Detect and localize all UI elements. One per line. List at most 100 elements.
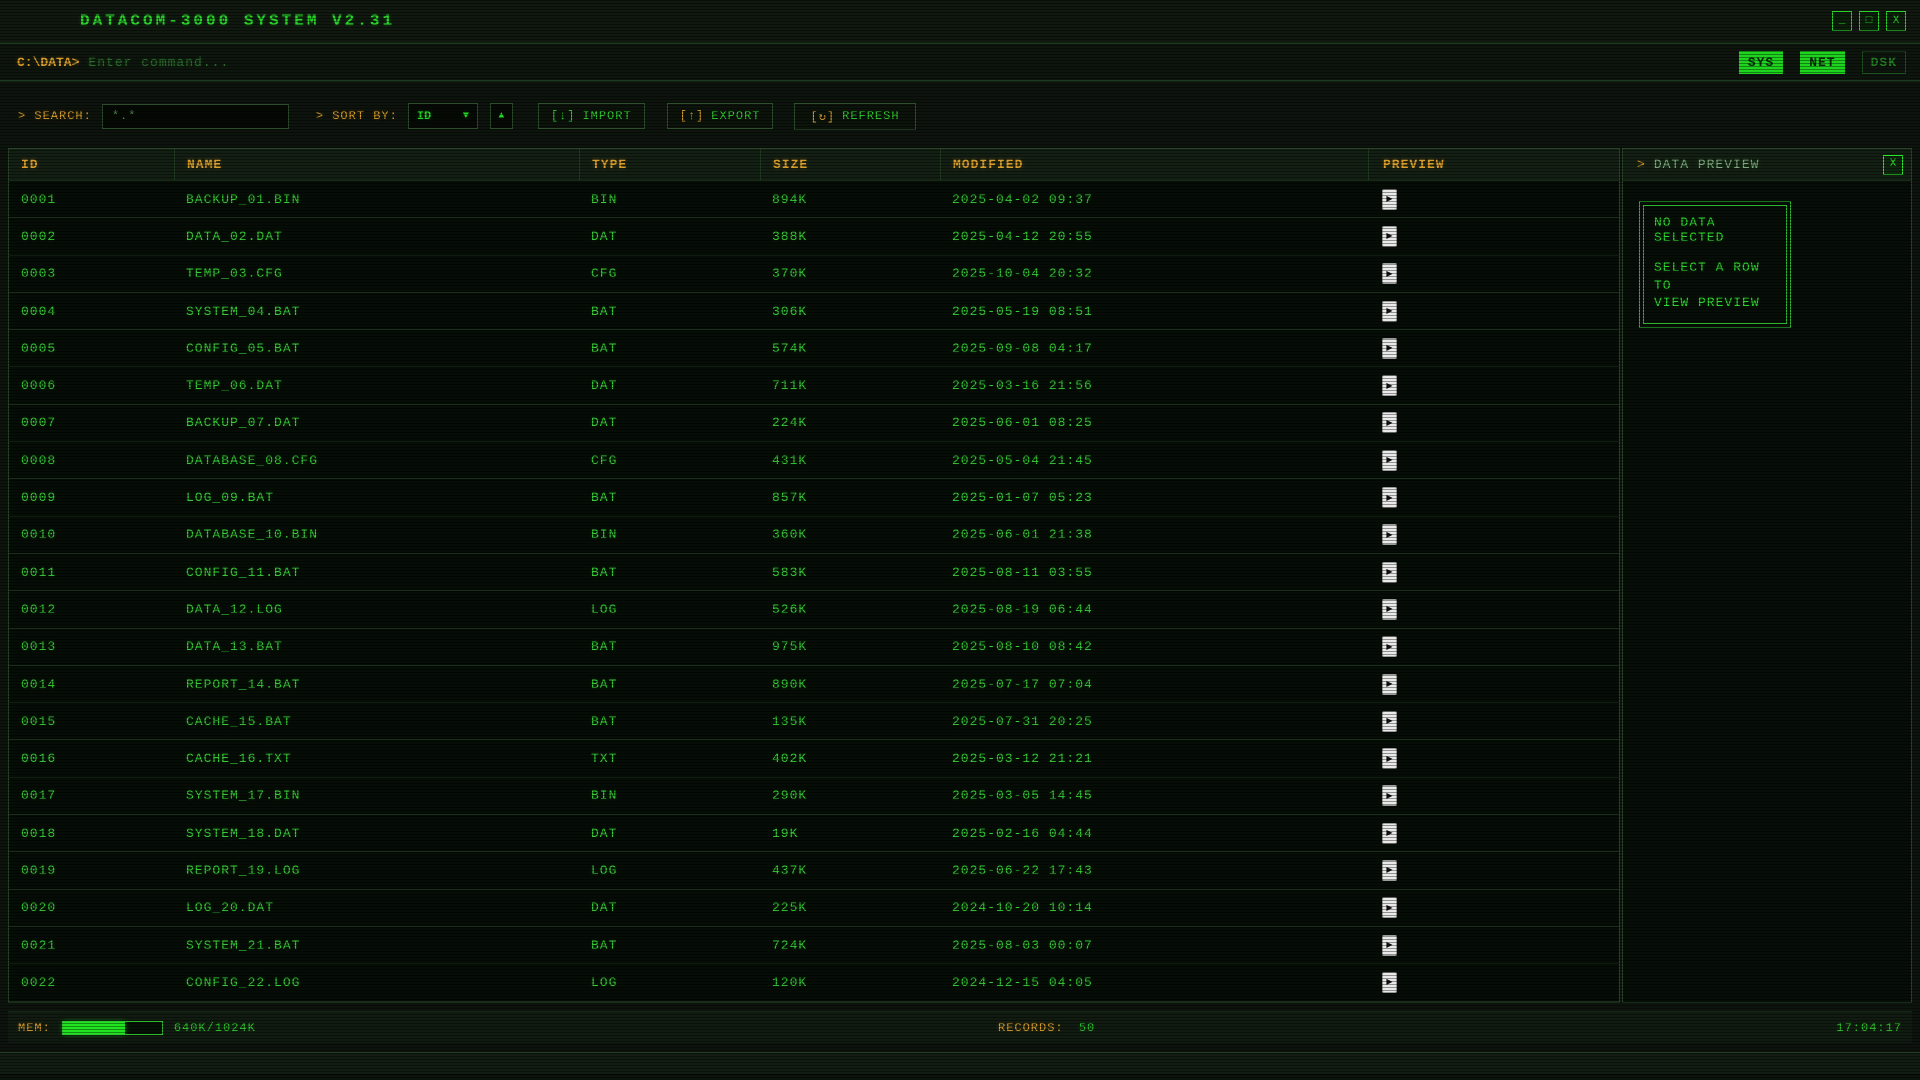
- row-name: REPORT_14.BAT: [174, 666, 579, 702]
- play-icon[interactable]: ▶: [1382, 636, 1397, 657]
- table-row[interactable]: 0019 REPORT_19.LOG LOG 437K 2025-06-22 1…: [9, 852, 1619, 889]
- search-input[interactable]: [102, 104, 289, 129]
- play-icon[interactable]: ▶: [1382, 338, 1397, 359]
- row-preview-cell: ▶: [1368, 442, 1619, 478]
- play-icon[interactable]: ▶: [1382, 450, 1397, 471]
- table-row[interactable]: 0002 DATA_02.DAT DAT 388K 2025-04-12 20:…: [9, 218, 1619, 255]
- row-size: 290K: [760, 778, 940, 814]
- play-icon[interactable]: ▶: [1382, 412, 1397, 433]
- column-header-name[interactable]: NAME: [174, 149, 579, 180]
- table-row[interactable]: 0003 TEMP_03.CFG CFG 370K 2025-10-04 20:…: [9, 256, 1619, 293]
- row-preview-cell: ▶: [1368, 666, 1619, 702]
- minimize-button[interactable]: _: [1832, 11, 1852, 31]
- play-icon[interactable]: ▶: [1382, 897, 1397, 918]
- row-name: TEMP_03.CFG: [174, 256, 579, 292]
- main-content: ID NAME TYPE SIZE MODIFIED PREVIEW 0001 …: [8, 148, 1912, 1003]
- panel-close-button[interactable]: X: [1883, 155, 1903, 175]
- play-icon[interactable]: ▶: [1382, 785, 1397, 806]
- row-preview-cell: ▶: [1368, 890, 1619, 926]
- table-row[interactable]: 0021 SYSTEM_21.BAT BAT 724K 2025-08-03 0…: [9, 927, 1619, 964]
- column-header-id[interactable]: ID: [9, 149, 174, 180]
- row-type: DAT: [579, 218, 760, 254]
- play-icon[interactable]: ▶: [1382, 487, 1397, 508]
- table-row[interactable]: 0006 TEMP_06.DAT DAT 711K 2025-03-16 21:…: [9, 367, 1619, 404]
- row-preview-cell: ▶: [1368, 256, 1619, 292]
- table-row[interactable]: 0009 LOG_09.BAT BAT 857K 2025-01-07 05:2…: [9, 479, 1619, 516]
- row-modified: 2025-01-07 05:23: [940, 479, 1368, 515]
- row-name: CACHE_15.BAT: [174, 703, 579, 739]
- column-header-modified[interactable]: MODIFIED: [940, 149, 1368, 180]
- table-row[interactable]: 0008 DATABASE_08.CFG CFG 431K 2025-05-04…: [9, 442, 1619, 479]
- maximize-button[interactable]: □: [1859, 11, 1879, 31]
- column-header-type[interactable]: TYPE: [579, 149, 760, 180]
- sort-select[interactable]: ID ▼: [408, 103, 478, 129]
- play-icon[interactable]: ▶: [1382, 935, 1397, 956]
- play-icon[interactable]: ▶: [1382, 375, 1397, 396]
- play-icon[interactable]: ▶: [1382, 599, 1397, 620]
- clock: 17:04:17: [1836, 1021, 1902, 1035]
- row-modified: 2025-03-16 21:56: [940, 367, 1368, 403]
- refresh-button[interactable]: [↻] REFRESH: [794, 103, 915, 130]
- play-icon[interactable]: ▶: [1382, 263, 1397, 284]
- row-modified: 2025-06-01 21:38: [940, 517, 1368, 553]
- export-arrow-icon: [↑]: [680, 109, 705, 123]
- table-row[interactable]: 0014 REPORT_14.BAT BAT 890K 2025-07-17 0…: [9, 666, 1619, 703]
- row-id: 0005: [9, 330, 174, 366]
- sys-button[interactable]: SYS: [1739, 51, 1783, 74]
- play-icon[interactable]: ▶: [1382, 711, 1397, 732]
- row-id: 0017: [9, 778, 174, 814]
- row-size: 360K: [760, 517, 940, 553]
- data-preview-panel: > DATA PREVIEW X NO DATA SELECTED SELECT…: [1622, 148, 1912, 1003]
- sort-direction-button[interactable]: ▲: [490, 103, 513, 129]
- table-row[interactable]: 0004 SYSTEM_04.BAT BAT 306K 2025-05-19 0…: [9, 293, 1619, 330]
- table-row[interactable]: 0001 BACKUP_01.BIN BIN 894K 2025-04-02 0…: [9, 181, 1619, 218]
- table-row[interactable]: 0017 SYSTEM_17.BIN BIN 290K 2025-03-05 1…: [9, 778, 1619, 815]
- row-preview-cell: ▶: [1368, 405, 1619, 441]
- table-row[interactable]: 0020 LOG_20.DAT DAT 225K 2024-10-20 10:1…: [9, 890, 1619, 927]
- play-icon[interactable]: ▶: [1382, 860, 1397, 881]
- table-row[interactable]: 0010 DATABASE_10.BIN BIN 360K 2025-06-01…: [9, 517, 1619, 554]
- table-row[interactable]: 0022 CONFIG_22.LOG LOG 120K 2024-12-15 0…: [9, 964, 1619, 1001]
- row-preview-cell: ▶: [1368, 330, 1619, 366]
- command-input[interactable]: Enter command...: [88, 55, 229, 70]
- row-size: 857K: [760, 479, 940, 515]
- row-type: BAT: [579, 666, 760, 702]
- table-row[interactable]: 0013 DATA_13.BAT BAT 975K 2025-08-10 08:…: [9, 629, 1619, 666]
- table-row[interactable]: 0012 DATA_12.LOG LOG 526K 2025-08-19 06:…: [9, 591, 1619, 628]
- row-name: BACKUP_07.DAT: [174, 405, 579, 441]
- play-icon[interactable]: ▶: [1382, 226, 1397, 247]
- window-controls: _ □ X: [1832, 11, 1906, 31]
- row-size: 224K: [760, 405, 940, 441]
- row-id: 0003: [9, 256, 174, 292]
- play-icon[interactable]: ▶: [1382, 748, 1397, 769]
- export-button[interactable]: [↑] EXPORT: [667, 103, 774, 129]
- table-row[interactable]: 0007 BACKUP_07.DAT DAT 224K 2025-06-01 0…: [9, 405, 1619, 442]
- command-prompt: C:\DATA>: [17, 55, 79, 70]
- table-row[interactable]: 0015 CACHE_15.BAT BAT 135K 2025-07-31 20…: [9, 703, 1619, 740]
- dsk-button[interactable]: DSK: [1862, 51, 1906, 74]
- play-icon[interactable]: ▶: [1382, 562, 1397, 583]
- play-icon[interactable]: ▶: [1382, 674, 1397, 695]
- row-modified: 2024-12-15 04:05: [940, 964, 1368, 1000]
- table-row[interactable]: 0018 SYSTEM_18.DAT DAT 19K 2025-02-16 04…: [9, 815, 1619, 852]
- row-id: 0010: [9, 517, 174, 553]
- row-type: DAT: [579, 890, 760, 926]
- table-row[interactable]: 0005 CONFIG_05.BAT BAT 574K 2025-09-08 0…: [9, 330, 1619, 367]
- play-icon[interactable]: ▶: [1382, 823, 1397, 844]
- play-icon[interactable]: ▶: [1382, 301, 1397, 322]
- table-row[interactable]: 0011 CONFIG_11.BAT BAT 583K 2025-08-11 0…: [9, 554, 1619, 591]
- row-name: REPORT_19.LOG: [174, 852, 579, 888]
- play-icon[interactable]: ▶: [1382, 524, 1397, 545]
- chevron-down-icon: ▼: [463, 111, 469, 122]
- net-button[interactable]: NET: [1800, 51, 1844, 74]
- play-icon[interactable]: ▶: [1382, 972, 1397, 993]
- row-size: 894K: [760, 181, 940, 217]
- row-modified: 2025-04-02 09:37: [940, 181, 1368, 217]
- close-button[interactable]: X: [1886, 11, 1906, 31]
- table-row[interactable]: 0016 CACHE_16.TXT TXT 402K 2025-03-12 21…: [9, 740, 1619, 777]
- import-button[interactable]: [↓] IMPORT: [538, 103, 645, 129]
- row-name: SYSTEM_21.BAT: [174, 927, 579, 963]
- column-header-size[interactable]: SIZE: [760, 149, 940, 180]
- play-icon[interactable]: ▶: [1382, 189, 1397, 210]
- no-data-box: NO DATA SELECTED SELECT A ROW TO VIEW PR…: [1639, 201, 1791, 328]
